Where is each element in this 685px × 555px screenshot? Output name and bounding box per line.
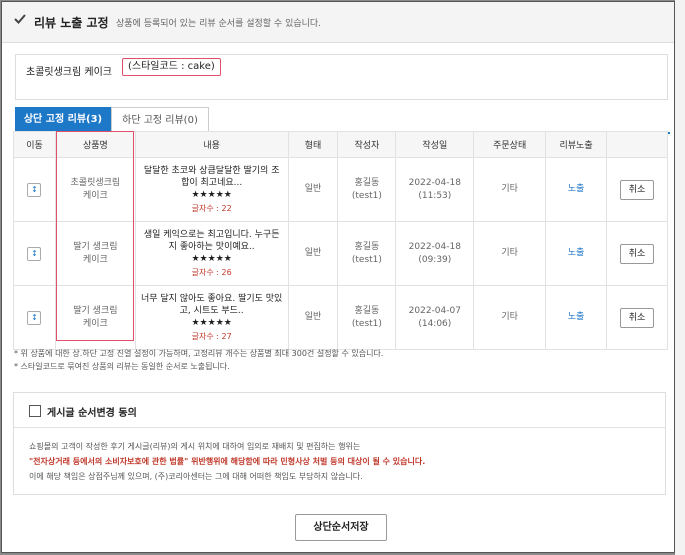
cancel-button[interactable]: 취소 <box>620 243 654 264</box>
author-cell: 홍길동 (test1) <box>337 221 397 286</box>
agreement-warning: "전자상거래 등에서의 소비자보호에 관한 법률" 위반행위에 해당함에 따라 … <box>29 457 426 466</box>
author-cell: 홍길동 (test1) <box>337 157 397 222</box>
type-cell: 일반 <box>287 285 339 350</box>
review-tabs: 상단 고정 리뷰(3) 하단 고정 리뷰(0) <box>15 107 670 134</box>
col-author: 작성자 <box>337 131 397 158</box>
agreement-header: 게시글 순서변경 동의 <box>14 393 665 428</box>
star-rating: ★★★★★ <box>191 253 232 264</box>
col-move: 이동 <box>13 131 56 158</box>
agreement-box: 게시글 순서변경 동의 쇼핑몰의 고객이 작성한 후기 게시글(리뷰)의 게시 … <box>13 392 666 495</box>
tab-bottom-pinned[interactable]: 하단 고정 리뷰(0) <box>111 107 209 132</box>
agree-label: 게시글 순서변경 동의 <box>47 408 137 419</box>
product-cell: 초콜릿생크림 케이크 <box>54 157 136 222</box>
col-status: 주문상태 <box>473 131 547 158</box>
style-code-badge: (스타일코드 : cake) <box>122 58 221 76</box>
check-icon <box>14 14 26 24</box>
save-top-order-button[interactable]: 상단순서저장 <box>295 514 387 541</box>
content-cell: 달달한 초코와 상큼달달한 딸기의 조합이 최고네요... ★★★★★ 글자수 … <box>134 157 289 222</box>
table-row: ↕ 딸기 생크림 케이크 생일 케익으로는 최고입니다. 누구든지 좋아하는 맛… <box>13 221 668 286</box>
note-line: * 위 상품에 대한 상.하단 고정 진열 설정이 가능하며, 고정리뷰 개수는… <box>14 349 384 358</box>
pinned-review-table: 이동 상품명 내용 형태 작성자 작성일 주문상태 리뷰노출 ↕ 초콜릿생크림 … <box>13 131 668 350</box>
col-product: 상품명 <box>54 131 136 158</box>
date-cell: 2022-04-18 (09:39) <box>395 221 475 286</box>
dialog-description: 상품에 등록되어 있는 리뷰 순서를 설정할 수 있습니다. <box>116 19 322 29</box>
review-text: 달달한 초코와 상큼달달한 딸기의 조합이 최고네요... <box>143 165 280 188</box>
exposure-link[interactable]: 노출 <box>568 184 585 194</box>
col-type: 형태 <box>287 131 339 158</box>
exposure-link[interactable]: 노출 <box>568 248 585 258</box>
tab-top-pinned[interactable]: 상단 고정 리뷰(3) <box>15 107 111 132</box>
col-action <box>606 131 668 158</box>
product-cell: 딸기 생크림 케이크 <box>54 285 136 350</box>
col-exposure: 리뷰노출 <box>545 131 607 158</box>
status-cell: 기타 <box>473 221 547 286</box>
review-text: 너무 달지 않아도 좋아요. 딸기도 맛있고, 시트도 부드.. <box>140 293 283 316</box>
agree-checkbox[interactable] <box>29 405 41 417</box>
agreement-text: 쇼핑몰의 고객이 작성한 후기 게시글(리뷰)의 게시 위치에 대하여 임의로 … <box>29 439 425 484</box>
move-handle-icon[interactable]: ↕ <box>27 182 42 197</box>
table-row: ↕ 딸기 생크림 케이크 너무 달지 않아도 좋아요. 딸기도 맛있고, 시트도… <box>13 285 668 350</box>
status-cell: 기타 <box>473 157 547 222</box>
table-row: ↕ 초콜릿생크림 케이크 달달한 초코와 상큼달달한 딸기의 조합이 최고네요.… <box>13 157 668 222</box>
product-info-box: 초콜릿생크림 케이크 (스타일코드 : cake) <box>15 54 668 100</box>
cancel-button[interactable]: 취소 <box>620 307 654 328</box>
char-count: 글자수 : 27 <box>191 331 232 341</box>
review-text: 생일 케익으로는 최고입니다. 누구든지 좋아하는 맛이예요.. <box>143 229 280 252</box>
content-cell: 너무 달지 않아도 좋아요. 딸기도 맛있고, 시트도 부드.. ★★★★★ 글… <box>134 285 289 350</box>
type-cell: 일반 <box>287 221 339 286</box>
col-content: 내용 <box>134 131 289 158</box>
background-page-strip <box>675 0 685 555</box>
product-cell: 딸기 생크림 케이크 <box>54 221 136 286</box>
status-cell: 기타 <box>473 285 547 350</box>
dialog-title: 리뷰 노출 고정 <box>34 16 109 30</box>
author-cell: 홍길동 (test1) <box>337 285 397 350</box>
table-header-row: 이동 상품명 내용 형태 작성자 작성일 주문상태 리뷰노출 <box>13 131 668 158</box>
note-line: * 스타일코드로 묶여진 상품의 리뷰는 동일한 순서로 노출됩니다. <box>14 362 230 371</box>
move-handle-icon[interactable]: ↕ <box>27 310 42 325</box>
exposure-link[interactable]: 노출 <box>568 312 585 322</box>
dialog-header: 리뷰 노출 고정 상품에 등록되어 있는 리뷰 순서를 설정할 수 있습니다. <box>2 2 674 43</box>
product-name: 초콜릿생크림 케이크 <box>26 67 112 78</box>
date-cell: 2022-04-07 (14:06) <box>395 285 475 350</box>
star-rating: ★★★★★ <box>191 317 232 328</box>
col-date: 작성일 <box>395 131 475 158</box>
star-rating: ★★★★★ <box>191 189 232 200</box>
char-count: 글자수 : 26 <box>191 267 232 277</box>
agreement-line: 이에 해당 책임은 상점주님께 있으며, (주)코리아센터는 그에 대해 어떠한… <box>29 472 363 481</box>
content-cell: 생일 케익으로는 최고입니다. 누구든지 좋아하는 맛이예요.. ★★★★★ 글… <box>134 221 289 286</box>
date-cell: 2022-04-18 (11:53) <box>395 157 475 222</box>
agreement-line: 쇼핑몰의 고객이 작성한 후기 게시글(리뷰)의 게시 위치에 대하여 임의로 … <box>29 442 361 451</box>
type-cell: 일반 <box>287 157 339 222</box>
notes: * 위 상품에 대한 상.하단 고정 진열 설정이 가능하며, 고정리뷰 개수는… <box>14 347 383 373</box>
move-handle-icon[interactable]: ↕ <box>27 246 42 261</box>
cancel-button[interactable]: 취소 <box>620 179 654 200</box>
char-count: 글자수 : 22 <box>191 203 232 213</box>
